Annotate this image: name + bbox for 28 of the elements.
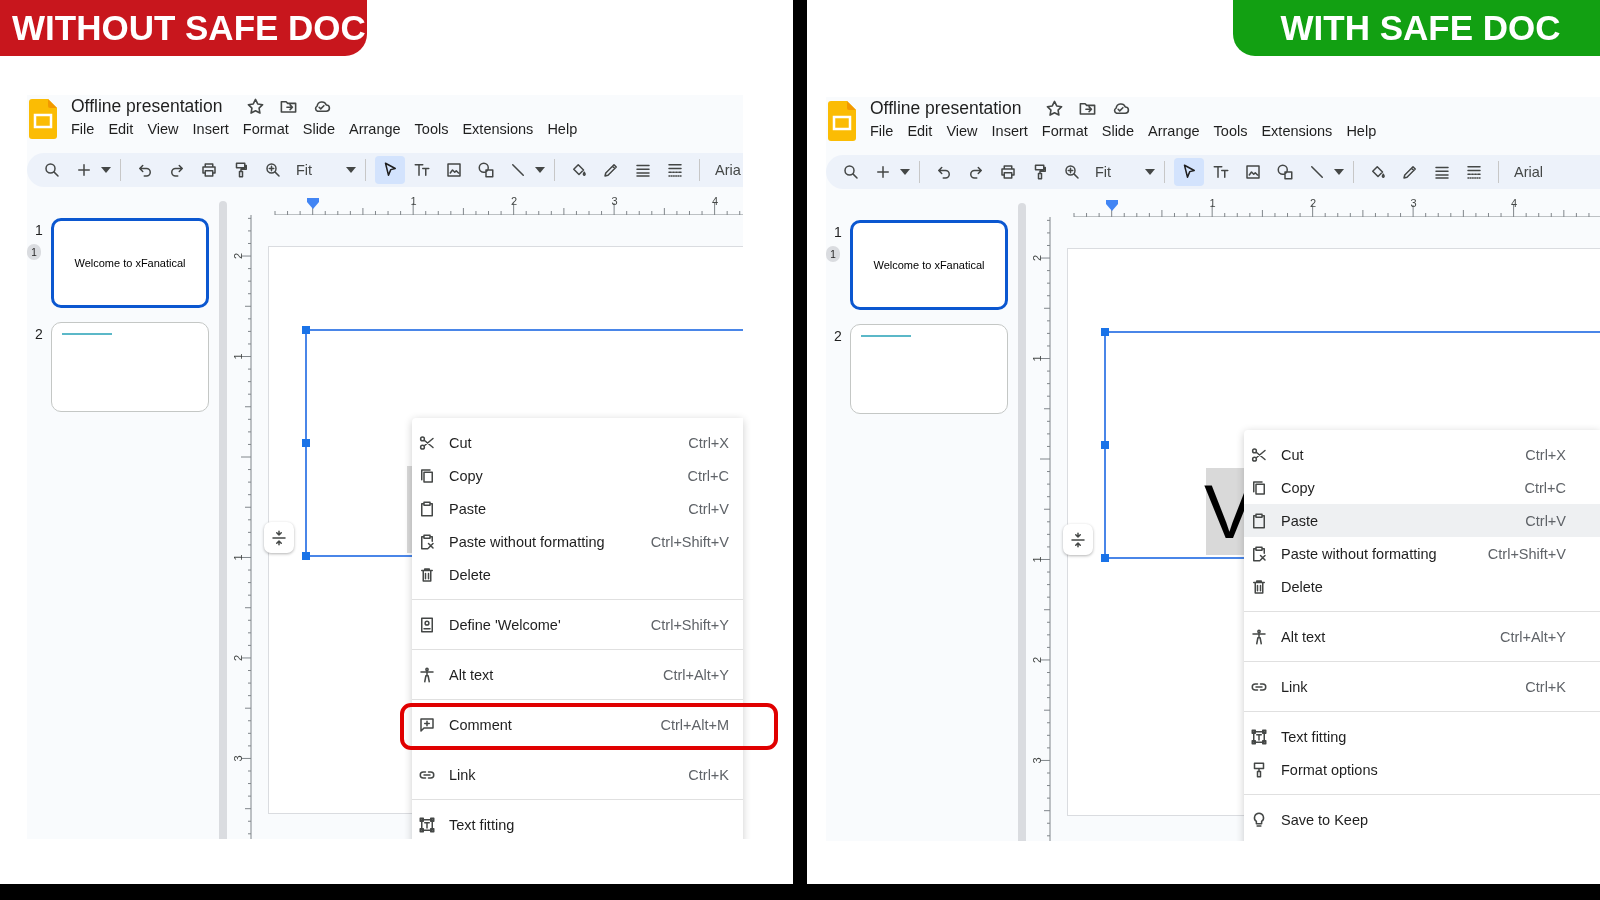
slide-number: 1 xyxy=(35,222,43,238)
slide-number: 1 xyxy=(834,224,842,240)
ruler-number: 1 xyxy=(410,195,417,207)
comparison-badge: WITH SAFE DOC xyxy=(1233,0,1600,56)
ruler-number: 1 xyxy=(1209,197,1216,209)
ruler-number: 2 xyxy=(1030,656,1043,664)
ruler-number: 1 xyxy=(231,554,244,561)
ruler-number: 2 xyxy=(231,252,244,260)
ruler-number: 3 xyxy=(1410,197,1417,209)
ruler-number: 2 xyxy=(510,195,518,207)
ruler-number: 2 xyxy=(1030,254,1043,262)
ruler-number: 3 xyxy=(231,755,244,762)
ruler-number: 1 xyxy=(231,353,244,360)
ruler-number: 2 xyxy=(231,654,244,662)
slide-number: 2 xyxy=(834,328,842,344)
slide-badge: 1 xyxy=(27,244,41,260)
ruler-number: 4 xyxy=(1510,197,1518,209)
thumbnail-text: Welcome to xFanatical xyxy=(873,259,985,271)
ruler-number: 1 xyxy=(1030,355,1043,362)
slide-badge: 1 xyxy=(826,246,840,262)
comparison-badge: WITHOUT SAFE DOC xyxy=(0,0,367,56)
ruler-number: 2 xyxy=(1309,197,1317,209)
thumbnail-text: Welcome to xFanatical xyxy=(74,257,186,269)
ruler-number: 3 xyxy=(1030,757,1043,764)
ruler-number: 4 xyxy=(711,195,719,207)
ruler-number: 3 xyxy=(611,195,618,207)
slide-number: 2 xyxy=(35,326,43,342)
ruler-number: 1 xyxy=(1030,556,1043,563)
